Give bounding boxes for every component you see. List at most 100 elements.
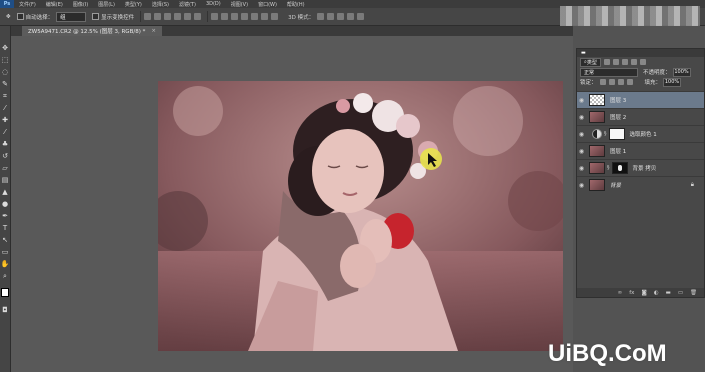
move-tool-preset[interactable]: ✥ <box>6 14 11 20</box>
filter-shape-icon[interactable] <box>630 59 637 65</box>
filter-pixel-icon[interactable] <box>603 59 610 65</box>
canvas-area[interactable] <box>11 36 573 372</box>
lock-position-icon[interactable] <box>617 79 624 85</box>
layer-row-layer2[interactable]: ◉ 图层 2 <box>577 108 704 125</box>
auto-align-icon[interactable] <box>271 13 279 20</box>
opacity-input[interactable]: 100% <box>672 67 691 77</box>
menu-help[interactable]: 帮助(H) <box>282 1 310 8</box>
crop-tool-icon[interactable]: ⌗ <box>1 92 9 100</box>
eye-icon[interactable]: ◉ <box>577 97 586 104</box>
menu-filter[interactable]: 滤镜(T) <box>174 1 201 8</box>
fill-input[interactable]: 100% <box>663 77 682 87</box>
document-tab[interactable]: ZW5A9471.CR2 @ 12.5% (图层 3, RGB/8) * × <box>22 26 162 36</box>
close-icon[interactable]: × <box>151 28 156 34</box>
distribute-right-icon[interactable] <box>261 13 269 20</box>
new-layer-icon[interactable]: ▭ <box>678 290 683 296</box>
lock-all-icon[interactable] <box>626 79 633 85</box>
quick-mask-icon[interactable]: ◘ <box>1 306 9 314</box>
align-top-icon[interactable] <box>144 13 152 20</box>
eye-icon[interactable]: ◉ <box>577 148 586 155</box>
menu-type[interactable]: 类型(Y) <box>120 1 147 8</box>
add-mask-icon[interactable]: ◙ <box>641 290 646 296</box>
gradient-tool-icon[interactable]: ▤ <box>1 176 9 184</box>
lock-pixels-icon[interactable] <box>608 79 615 85</box>
menu-edit[interactable]: 编辑(E) <box>41 1 68 8</box>
brush-tool-icon[interactable]: ⁄ <box>1 128 9 136</box>
auto-select-dropdown[interactable]: 组 <box>56 11 87 22</box>
eye-icon[interactable]: ◉ <box>577 114 586 121</box>
slide-3d-icon[interactable] <box>347 13 355 20</box>
auto-select-checkbox[interactable] <box>16 13 24 20</box>
quick-select-tool-icon[interactable]: ✎ <box>1 80 9 88</box>
drag-3d-icon[interactable] <box>337 13 345 20</box>
auto-select-option[interactable]: 自动选择： 组 <box>16 11 87 22</box>
eraser-tool-icon[interactable]: ▱ <box>1 164 9 172</box>
layer-filter-row: ⌕ 类型 <box>577 57 704 67</box>
transform-checkbox[interactable] <box>92 13 100 20</box>
layer-row-selective-color[interactable]: ◉ § 选取颜色 1 <box>577 125 704 142</box>
lock-transparent-icon[interactable] <box>599 79 606 85</box>
link-layers-icon[interactable]: ∞ <box>618 290 623 296</box>
roll-3d-icon[interactable] <box>327 13 335 20</box>
chain-link-icon[interactable]: § <box>607 165 610 171</box>
layer-row-layer1[interactable]: ◉ 图层 1 <box>577 142 704 159</box>
blur-tool-icon[interactable]: ▲ <box>1 188 9 196</box>
align-right-icon[interactable] <box>194 13 202 20</box>
layers-panel-tab[interactable]: ▬ <box>581 50 586 56</box>
layer-thumbnail <box>589 179 605 191</box>
hand-tool-icon[interactable]: ✋ <box>1 260 10 268</box>
align-hcenter-icon[interactable] <box>184 13 192 20</box>
lasso-tool-icon[interactable]: ◌ <box>1 68 9 76</box>
type-tool-icon[interactable]: T <box>1 224 9 232</box>
align-bottom-icon[interactable] <box>164 13 172 20</box>
new-group-icon[interactable]: ▬ <box>666 290 671 296</box>
trash-icon[interactable]: 🗑 <box>690 290 697 296</box>
distribute-left-icon[interactable] <box>241 13 249 20</box>
healing-brush-tool-icon[interactable]: ✚ <box>1 116 9 124</box>
align-left-icon[interactable] <box>174 13 182 20</box>
photo-canvas[interactable] <box>158 81 563 351</box>
filter-smart-icon[interactable] <box>639 59 646 65</box>
path-select-tool-icon[interactable]: ↖ <box>1 236 9 244</box>
layer-row-background[interactable]: ◉ 背景 🔒︎ <box>577 176 704 193</box>
align-vcenter-icon[interactable] <box>154 13 162 20</box>
menu-window[interactable]: 窗口(W) <box>253 1 282 8</box>
eye-icon[interactable]: ◉ <box>577 182 586 189</box>
distribute-bottom-icon[interactable] <box>231 13 239 20</box>
layer-row-layer3[interactable]: ◉ 图层 3 <box>577 91 704 108</box>
marquee-tool-icon[interactable]: ⬚ <box>1 56 9 64</box>
distribute-top-icon[interactable] <box>211 13 219 20</box>
menu-image[interactable]: 图像(I) <box>68 1 93 8</box>
rotate-3d-icon[interactable] <box>317 13 325 20</box>
distribute-vcenter-icon[interactable] <box>221 13 229 20</box>
layer-filter-dropdown[interactable]: ⌕ 类型 <box>580 57 601 67</box>
clone-stamp-tool-icon[interactable]: ♣ <box>1 140 9 148</box>
history-brush-tool-icon[interactable]: ↺ <box>1 152 9 160</box>
distribute-hcenter-icon[interactable] <box>251 13 259 20</box>
adjustment-icon[interactable]: ◐ <box>654 290 659 296</box>
eye-icon[interactable]: ◉ <box>577 131 586 138</box>
menu-select[interactable]: 选择(S) <box>147 1 174 8</box>
blend-mode-dropdown[interactable]: 正常 <box>580 67 638 77</box>
zoom-tool-icon[interactable]: ⌕ <box>1 272 9 280</box>
fx-icon[interactable]: fx <box>629 290 634 296</box>
transform-label: 显示变换控件 <box>101 14 135 21</box>
dodge-tool-icon[interactable]: ● <box>1 200 9 208</box>
scale-3d-icon[interactable] <box>357 13 365 20</box>
transform-controls-option[interactable]: 显示变换控件 <box>92 13 134 21</box>
filter-adjustment-icon[interactable] <box>612 59 619 65</box>
layer-name: 背景 拷贝 <box>632 166 657 172</box>
menu-view[interactable]: 视图(V) <box>226 1 253 8</box>
menu-layer[interactable]: 图层(L) <box>93 1 120 8</box>
move-tool-icon[interactable]: ✥ <box>1 44 9 52</box>
menu-3d[interactable]: 3D(D) <box>201 1 226 7</box>
foreground-color-swatch[interactable] <box>1 287 9 297</box>
eye-icon[interactable]: ◉ <box>577 165 586 172</box>
chain-link-icon[interactable]: § <box>604 131 607 137</box>
pen-tool-icon[interactable]: ✒ <box>1 212 9 220</box>
eyedropper-tool-icon[interactable]: ⁄ <box>1 104 9 112</box>
layer-row-background-copy[interactable]: ◉ § 背景 拷贝 <box>577 159 704 176</box>
shape-tool-icon[interactable]: ▭ <box>1 248 9 256</box>
filter-type-icon[interactable] <box>621 59 628 65</box>
menu-file[interactable]: 文件(F) <box>14 1 41 8</box>
